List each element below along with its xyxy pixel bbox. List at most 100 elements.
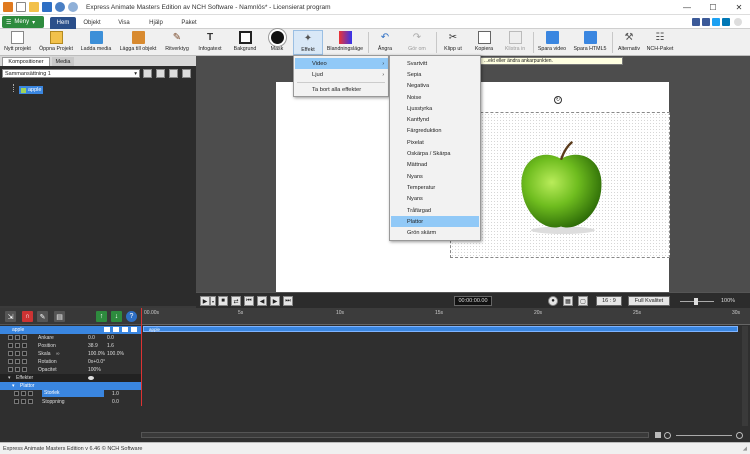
stop-button[interactable]: ■ xyxy=(218,296,228,306)
new-icon[interactable] xyxy=(16,2,26,12)
composition-settings-icon[interactable] xyxy=(156,69,165,78)
add-composition-icon[interactable] xyxy=(143,69,152,78)
submenu-item[interactable]: Färgreduktion xyxy=(391,126,479,137)
save-video-button[interactable]: Spara video xyxy=(535,30,569,55)
prev-key-icon[interactable] xyxy=(8,367,13,372)
property-row[interactable]: Position 38.9 1.6 xyxy=(0,342,141,350)
zoom-slider[interactable] xyxy=(680,298,714,305)
undo-quick-icon[interactable] xyxy=(55,2,65,12)
property-value[interactable]: 0.0 xyxy=(88,335,95,341)
add-key-icon[interactable] xyxy=(21,391,26,396)
save-icon[interactable] xyxy=(42,2,52,12)
mask-button[interactable]: Mask xyxy=(265,30,289,55)
options-button[interactable]: ⚒ Alternativ xyxy=(615,30,643,55)
submenu-item[interactable]: Ljusstyrka xyxy=(391,103,479,114)
prev-key-icon[interactable] xyxy=(8,351,13,356)
linkedin-icon[interactable] xyxy=(722,18,730,26)
property-value[interactable]: 1.0 xyxy=(112,391,119,397)
submenu-item[interactable]: Temperatur xyxy=(391,182,479,193)
property-row[interactable]: Ankare 0.0 0.0 xyxy=(0,334,141,342)
move-down-icon[interactable]: ↓ xyxy=(111,311,122,322)
timeline-zoom-slider[interactable] xyxy=(676,435,732,436)
submenu-item[interactable]: Sepia xyxy=(391,69,479,80)
add-key-icon[interactable] xyxy=(15,359,20,364)
collapse-icon[interactable]: ▾ xyxy=(8,375,11,381)
tab-compositions[interactable]: Kompositioner xyxy=(2,57,50,66)
track-clip-apple[interactable]: apple xyxy=(143,326,738,332)
add-key-icon[interactable] xyxy=(15,343,20,348)
snap-icon[interactable]: ⇲ xyxy=(5,311,16,322)
zoom-in-icon[interactable] xyxy=(736,432,743,439)
tab-media[interactable]: Media xyxy=(52,57,74,66)
property-value[interactable]: 0.0 xyxy=(112,399,119,405)
timeline-ruler[interactable]: 00.00s 5s 10s 15s 20s 25s 30s xyxy=(141,308,750,325)
prev-key-icon[interactable] xyxy=(8,343,13,348)
step-back-button[interactable]: ◀ xyxy=(257,296,267,306)
insert-text-button[interactable]: T Infogatext xyxy=(194,30,226,55)
step-forward-button[interactable]: ▶ xyxy=(270,296,280,306)
playhead[interactable] xyxy=(141,308,142,406)
property-value[interactable]: 1.6 xyxy=(107,343,114,349)
keyframe-icon[interactable]: ✎ xyxy=(37,311,48,322)
menu-button[interactable]: ☰ Meny ▾ xyxy=(2,16,44,28)
zoom-slider-thumb[interactable] xyxy=(694,298,698,305)
blend-mode-button[interactable]: Blandningsläge xyxy=(325,30,365,55)
paste-button[interactable]: Klistra in xyxy=(500,30,530,55)
vertical-scrollbar[interactable] xyxy=(742,326,748,426)
safe-area-icon[interactable]: ▢ xyxy=(578,296,588,306)
link-icon[interactable]: ∞ xyxy=(56,351,60,357)
track-row-apple[interactable]: apple xyxy=(0,326,141,334)
tab-help[interactable]: Hjälp xyxy=(143,17,169,29)
property-value[interactable]: 38.9 xyxy=(88,343,98,349)
effect-button[interactable]: ✦ Effekt xyxy=(293,30,323,55)
facebook-icon[interactable] xyxy=(702,18,710,26)
property-value[interactable]: 100.0% xyxy=(88,351,105,357)
submenu-item[interactable]: Grön skärm xyxy=(391,228,479,239)
collapse-icon[interactable]: ▾ xyxy=(12,383,15,389)
add-key-icon[interactable] xyxy=(15,335,20,340)
load-media-button[interactable]: Ladda media xyxy=(78,30,114,55)
property-value[interactable]: 100.0% xyxy=(107,351,124,357)
minimize-button[interactable]: — xyxy=(678,2,696,13)
eye-icon[interactable] xyxy=(88,375,94,380)
submenu-item[interactable]: Negativa xyxy=(391,81,479,92)
property-row[interactable]: Skala ∞ 100.0% 100.0% xyxy=(0,350,141,358)
magnet-icon[interactable]: ∩ xyxy=(22,311,33,322)
effect-property-row[interactable]: Storlek 1.0 xyxy=(0,390,141,398)
nch-suite-button[interactable]: ☷ NCH-Paket xyxy=(645,30,675,55)
next-key-icon[interactable] xyxy=(22,351,27,356)
tab-view[interactable]: Visa xyxy=(112,17,136,29)
menu-item-audio[interactable]: Ljud › xyxy=(295,69,388,80)
help-icon[interactable]: ? xyxy=(126,311,137,322)
draw-tool-button[interactable]: ✎ Ritverktyg xyxy=(161,30,193,55)
go-start-button[interactable]: ⏮ xyxy=(244,296,254,306)
move-up-icon[interactable]: ↑ xyxy=(96,311,107,322)
submenu-item[interactable]: Nyans xyxy=(391,171,479,182)
add-key-icon[interactable] xyxy=(15,367,20,372)
open-icon[interactable] xyxy=(29,2,39,12)
undo-button[interactable]: ↶ Ångra xyxy=(372,30,398,55)
property-value[interactable]: 100% xyxy=(88,367,101,373)
prev-key-icon[interactable] xyxy=(8,335,13,340)
effect-row-tiles[interactable]: ▾ Plattor xyxy=(0,382,141,390)
background-button[interactable]: Bakgrund xyxy=(229,30,261,55)
play-button[interactable]: ▶ xyxy=(200,296,210,306)
delete-icon[interactable] xyxy=(131,327,137,333)
property-row[interactable]: Opacitet 100% xyxy=(0,366,141,374)
next-key-icon[interactable] xyxy=(22,359,27,364)
next-key-icon[interactable] xyxy=(22,335,27,340)
property-value[interactable]: 0.0 xyxy=(107,335,114,341)
tab-object[interactable]: Objekt xyxy=(78,17,106,29)
fit-icon[interactable] xyxy=(655,432,661,438)
visibility-icon[interactable] xyxy=(104,327,110,333)
duplicate-composition-icon[interactable] xyxy=(169,69,178,78)
preview-mode-icon[interactable]: ● xyxy=(548,296,558,306)
close-button[interactable]: ✕ xyxy=(730,2,748,13)
maximize-button[interactable]: ☐ xyxy=(704,2,722,13)
layer-icon[interactable]: ▤ xyxy=(54,311,65,322)
play-dropdown-icon[interactable]: ▾ xyxy=(210,296,216,306)
grid-icon[interactable]: ▦ xyxy=(563,296,573,306)
menu-item-remove-all-effects[interactable]: Ta bort alla effekter xyxy=(295,84,388,95)
open-project-button[interactable]: Öppna Projekt xyxy=(36,30,76,55)
submenu-item[interactable]: Svartvitt xyxy=(391,58,479,69)
